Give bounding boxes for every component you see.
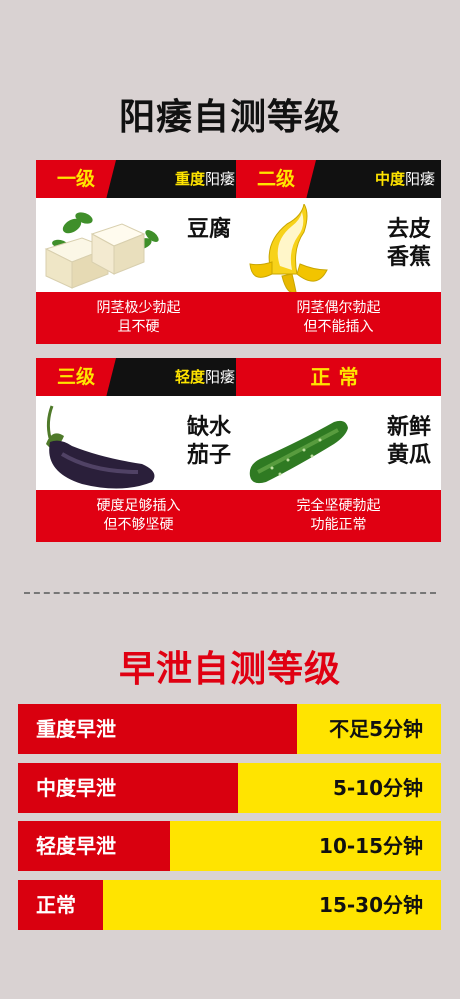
bar-time: 5-10分钟 — [332, 776, 423, 800]
food-line-1: 新鲜 — [386, 415, 431, 440]
bar-time: 15-30分钟 — [319, 893, 423, 917]
desc-line-2: 但不够坚硬 — [103, 517, 174, 533]
food-label: 新鲜 黄瓜 — [341, 414, 431, 470]
level-card-4: 正常 新鲜黄瓜 完全坚硬勃起 功能正常 — [236, 358, 441, 542]
card-header: 二级 中度阳痿 — [236, 160, 441, 198]
pe-section-title: 早泄自测等级 — [118, 649, 341, 690]
severity-label: 重度阳痿 — [175, 160, 235, 198]
bar-time: 10-15分钟 — [319, 834, 423, 858]
severity-bold: 中度 — [374, 170, 405, 188]
desc-line-2: 功能正常 — [310, 517, 367, 533]
level-card-1: 一级 重度阳痿 豆腐 阴茎极少勃起 且不硬 — [36, 160, 241, 344]
severity-bold: 重度 — [174, 170, 205, 188]
severity-rest: 阳痿 — [404, 170, 435, 188]
level-card-2: 二级 中度阳痿 去皮香蕉 阴茎偶尔勃起 但不能插入 — [236, 160, 441, 344]
food-line-2: 黄瓜 — [386, 443, 431, 468]
severity-label: 轻度阳痿 — [175, 358, 235, 396]
bar-label: 重度早泄 — [36, 717, 116, 741]
pe-level-bar: 正常 15-30分钟 — [18, 880, 441, 930]
level-badge: 三级 — [36, 358, 116, 396]
pe-level-bar: 重度早泄 不足5分钟 — [18, 704, 441, 754]
banana-image — [249, 204, 328, 294]
card-header: 一级 重度阳痿 — [36, 160, 241, 198]
level-badge: 二级 — [236, 160, 316, 198]
level-badge: 正常 — [310, 365, 367, 389]
card-description: 阴茎极少勃起 且不硬 — [36, 292, 241, 344]
pe-level-bar: 中度早泄 5-10分钟 — [18, 763, 441, 813]
level-badge: 一级 — [36, 160, 116, 198]
card-header: 三级 轻度阳痿 — [36, 358, 241, 396]
desc-line-2: 但不能插入 — [303, 319, 374, 335]
severity-label: 中度阳痿 — [375, 160, 435, 198]
food-label: 缺水 茄子 — [141, 414, 231, 470]
card-description: 阴茎偶尔勃起 但不能插入 — [236, 292, 441, 344]
bar-label: 正常 — [36, 893, 76, 917]
food-line-1: 去皮 — [386, 217, 431, 242]
bar-time: 不足5分钟 — [329, 717, 423, 741]
pe-level-bar: 轻度早泄 10-15分钟 — [18, 821, 441, 871]
section-divider — [24, 592, 436, 594]
desc-line-2: 且不硬 — [117, 319, 160, 335]
food-line-1: 缺水 — [186, 415, 231, 440]
severity-rest: 阳痿 — [204, 170, 235, 188]
card-description: 完全坚硬勃起 功能正常 — [236, 490, 441, 542]
desc-line-1: 阴茎偶尔勃起 — [296, 300, 381, 316]
desc-line-1: 阴茎极少勃起 — [96, 300, 181, 316]
desc-line-1: 完全坚硬勃起 — [296, 498, 381, 514]
card-header: 正常 — [236, 358, 441, 396]
cucumber-image — [249, 420, 348, 484]
bar-label: 轻度早泄 — [36, 834, 116, 858]
severity-bold: 轻度 — [174, 368, 205, 386]
ed-section-title: 阳痿自测等级 — [118, 97, 341, 138]
severity-rest: 阳痿 — [204, 368, 235, 386]
food-line-1: 豆腐 — [186, 217, 231, 242]
food-line-2: 茄子 — [186, 443, 231, 468]
card-description: 硬度足够插入 但不够坚硬 — [36, 490, 241, 542]
bar-label: 中度早泄 — [36, 776, 116, 800]
food-line-2: 香蕉 — [386, 245, 431, 270]
desc-line-1: 硬度足够插入 — [96, 498, 181, 514]
food-label: 豆腐 — [141, 216, 231, 244]
level-card-3: 三级 轻度阳痿 缺水茄子 硬度足够插入 但不够坚硬 — [36, 358, 241, 542]
food-label: 去皮 香蕉 — [341, 216, 431, 272]
